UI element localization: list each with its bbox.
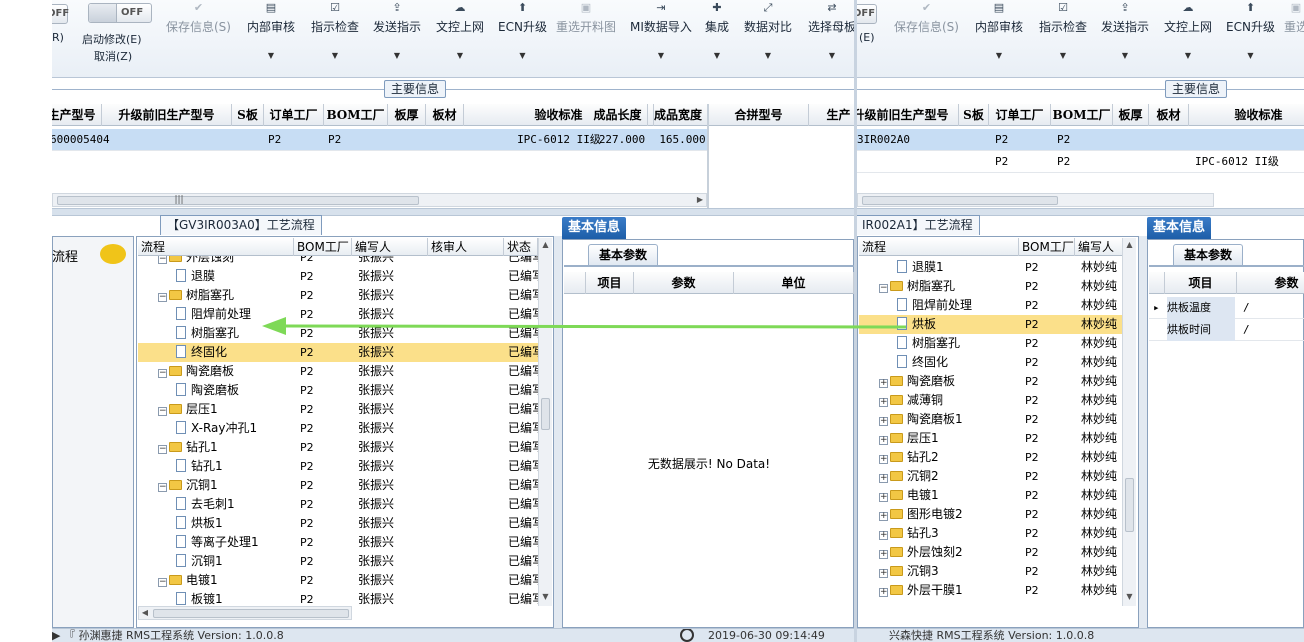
arrow-line [281, 324, 907, 329]
arrow-head [262, 317, 286, 335]
annotation-arrow [262, 317, 907, 335]
